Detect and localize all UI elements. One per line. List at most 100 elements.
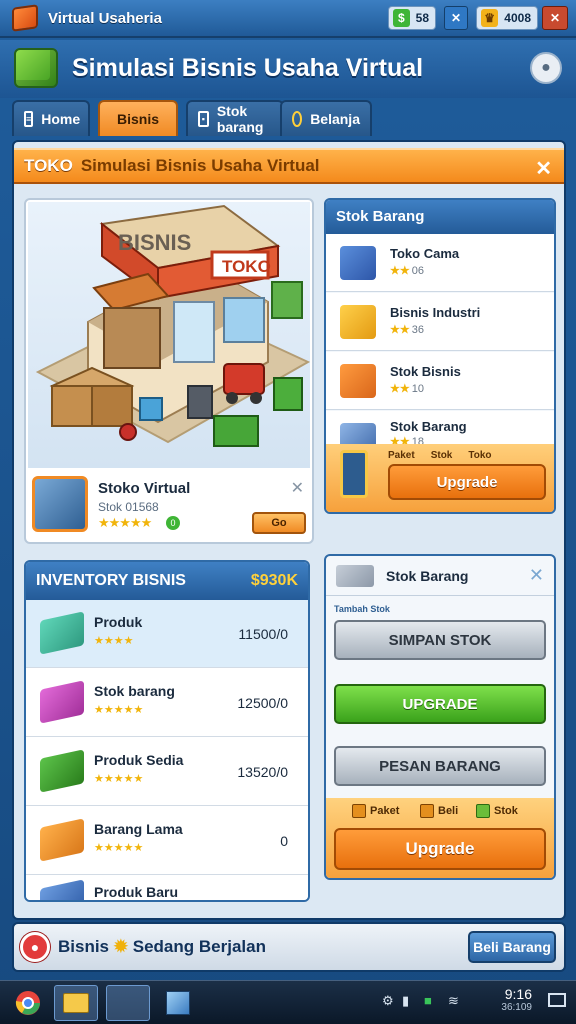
banner-tag: TOKO [24,156,73,175]
supplier-name: Bisnis Industri [390,305,481,320]
store-badge: 0 [166,516,180,530]
supplier-row[interactable]: Stok Barang ★★ 18 [326,411,554,445]
store-go-button[interactable]: Go [252,512,306,534]
supplier-rating: ★★ 10 [390,383,424,395]
tab-label: Stok barang [216,103,264,135]
item-value: 13520/0 [237,764,288,780]
supplier-upgrade-button[interactable]: Upgrade [388,464,546,500]
item-value: 0 [280,833,288,849]
window-close-button[interactable]: ✕ [542,6,568,30]
inventory-row[interactable]: Produk ★★★★ 11500/0 [26,600,308,668]
orange-box-icon [340,364,376,398]
supplier-title: Stok Barang [326,200,554,234]
buy-goods-button[interactable]: Beli Barang [468,931,556,963]
actions-upgrade-button[interactable]: Upgrade [334,828,546,870]
start-button[interactable] [6,985,50,1021]
item-rating: ★★★★★ [94,704,144,716]
taskbar-game[interactable] [156,985,200,1021]
folder-icon [63,993,89,1013]
tab-stok-barang[interactable]: ▪ Stok barang [186,100,284,136]
orange-crate-icon [40,818,84,862]
teal-box-icon [40,611,84,655]
item-name: Barang Lama [94,821,183,837]
actions-title: Stok Barang [386,567,469,584]
store-subtitle: Stok 01568 [98,500,159,514]
inventory-total: $930K [250,572,298,589]
inventory-row[interactable]: Produk Baru [26,876,308,900]
inventory-row[interactable]: Barang Lama ★★★★★ 0 [26,807,308,875]
save-stock-button[interactable]: SIMPAN STOK [334,620,546,660]
mini-option-paket[interactable]: Paket [352,804,399,818]
supplier-rating: ★★ 36 [390,324,424,336]
actions-caption: Tambah Stok [334,604,390,614]
coin-counter[interactable]: $ 58 [388,6,436,30]
store-name: Stoko Virtual [98,480,191,497]
blue-box-icon [340,246,376,280]
os-taskbar: ⚙ ▮ ■ ≋ 9:16 36:109 [0,980,576,1024]
store-card: BISNIS TOKO Stoko Virtual Stok 01568 ★★★… [24,198,314,544]
item-value: 11500/0 [238,626,288,642]
taskbar-clock[interactable]: 9:16 36:109 [501,987,532,1015]
window-title: Virtual Usaheria [48,10,162,27]
tray-battery-icon[interactable]: ■ [424,993,432,1008]
tab-label: Belanja [310,111,360,127]
store-close-icon[interactable]: ✕ [291,478,304,498]
app-header: Simulasi Bisnis Usaha Virtual ● [0,40,576,98]
cash-icon: $ [393,9,410,27]
phone-icon [340,450,368,498]
tray-wifi-icon[interactable]: ≋ [448,993,459,1009]
mini-option-stok[interactable]: Stok [476,804,518,818]
taskbar-app[interactable] [106,985,150,1021]
supplier-footer-labels: Paket Stok Toko [388,450,492,461]
green-box-icon [40,749,84,793]
close-small-button[interactable]: ✕ [444,6,468,30]
supplier-row[interactable]: Stok Bisnis ★★ 10 [326,352,554,410]
notification-icon[interactable] [548,993,566,1007]
supplier-row[interactable]: Toko Cama ★★ 06 [326,234,554,292]
coin-tab-icon [292,111,303,127]
store-sign-side: TOKO [222,257,271,276]
item-name: Stok barang [94,683,175,699]
inventory-row[interactable]: Produk Sedia ★★★★★ 13520/0 [26,738,308,806]
banner-text: Simulasi Bisnis Usaha Virtual [80,156,320,175]
grey-box-icon [336,564,374,587]
gem-counter[interactable]: ♛ 4008 [476,6,538,30]
browser-icon [15,991,40,1015]
window-titlebar: Virtual Usaheria $ 58 ✕ ♛ 4008 ✕ [0,0,576,38]
upgrade-button[interactable]: UPGRADE [334,684,546,724]
item-rating: ★★★★ [94,635,134,647]
stock-actions-panel: Stok Barang ✕ Tambah Stok SIMPAN STOK UP… [324,554,556,880]
green-cube-logo-icon [14,48,58,88]
machine-icon [340,423,376,444]
tab-bisnis[interactable]: Bisnis [98,100,178,136]
actions-close-icon[interactable]: ✕ [529,565,544,586]
gold-boxes-icon [340,305,376,339]
mini-option-beli[interactable]: Beli [420,804,458,818]
banner-close-icon[interactable]: ✕ [535,156,552,181]
store-banner: TOKO Simulasi Bisnis Usaha Virtual ✕ [14,148,564,184]
item-rating: ★★★★★ [94,773,144,785]
app-cube-icon [12,4,38,32]
supplier-panel: Stok Barang Toko Cama ★★ 06 Bisnis Indust… [324,198,556,514]
store-info: Stoko Virtual Stok 01568 ★★★★★ 0 ✕ Go [26,472,312,542]
store-sign-main: BISNIS [118,230,191,255]
apple-icon[interactable]: ● [530,52,562,84]
item-name: Produk [94,614,143,630]
inventory-row[interactable]: Stok barang ★★★★★ 12500/0 [26,669,308,737]
tab-home[interactable]: ≡ Home [12,100,90,136]
actions-header: Stok Barang ✕ [326,556,554,596]
tray-signal-icon[interactable]: ▮ [402,993,409,1009]
cube-icon [166,991,190,1015]
tab-belanja[interactable]: Belanja [280,100,372,136]
supplier-row[interactable]: Bisnis Industri ★★ 36 [326,293,554,351]
blue-crate-icon [40,879,84,900]
tab-label: Home [41,111,81,127]
tray-network-icon[interactable]: ⚙ [382,993,394,1009]
taskbar-folder[interactable] [54,985,98,1021]
order-goods-button[interactable]: PESAN BARANG [334,746,546,786]
item-name: Produk Baru [94,884,179,900]
pink-box-icon [40,680,84,724]
gem-value: 4008 [504,11,531,25]
tab-label: Bisnis [116,111,159,127]
crate-icon [352,804,366,818]
